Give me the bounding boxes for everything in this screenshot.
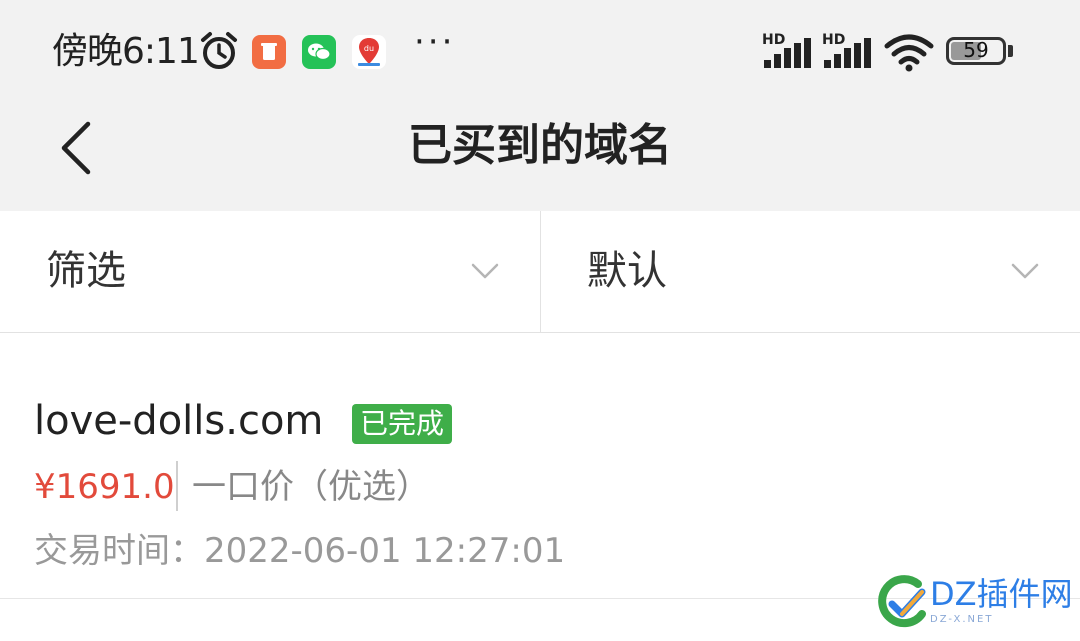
domain-name: love-dolls.com xyxy=(34,398,324,444)
filter-dropdown[interactable]: 筛选 xyxy=(0,211,540,332)
more-dots-icon: ··· xyxy=(414,22,456,62)
watermark-text: DZ插件网 xyxy=(930,575,1073,613)
signal-icon xyxy=(764,38,811,68)
alarm-icon xyxy=(201,32,237,69)
sort-label: 默认 xyxy=(587,248,667,294)
watermark: DZ插件网 DZ-X.NET xyxy=(878,572,1073,634)
battery-cap xyxy=(1008,45,1013,57)
watermark-sub: DZ-X.NET xyxy=(930,614,994,625)
watermark-logo-icon xyxy=(878,575,926,628)
wechat-icon xyxy=(302,35,336,69)
list-item[interactable]: love-dolls.com 已完成 ¥1691.0 一口价（优选） 交易时间：… xyxy=(0,333,1080,599)
trade-time: 交易时间：2022-06-01 12:27:01 xyxy=(34,529,565,573)
trade-time-label: 交易时间： xyxy=(34,531,204,571)
price-type: 一口价（优选） xyxy=(192,467,430,507)
chevron-down-icon xyxy=(471,263,499,279)
status-time: 傍晚6:11 xyxy=(52,31,200,72)
trade-time-value: 2022-06-01 12:27:01 xyxy=(204,531,566,571)
app-orange-icon xyxy=(252,35,286,69)
status-badge: 已完成 xyxy=(352,404,453,444)
svg-text:du: du xyxy=(364,44,374,53)
filter-bar: 筛选 默认 xyxy=(0,211,1080,333)
chevron-left-icon xyxy=(61,121,91,175)
back-button[interactable] xyxy=(50,116,110,176)
price: ¥1691.0 xyxy=(34,467,175,507)
nav-bar: 已买到的域名 xyxy=(0,80,1080,211)
sort-dropdown[interactable]: 默认 xyxy=(541,211,1080,332)
page-title: 已买到的域名 xyxy=(408,120,672,171)
chevron-down-icon xyxy=(1011,263,1039,279)
wifi-icon xyxy=(884,34,934,72)
status-bar: 傍晚6:11 du ··· HD HD 59 xyxy=(0,0,1080,80)
battery-level: 59 xyxy=(963,38,989,62)
maps-du-icon: du xyxy=(352,35,386,69)
filter-label: 筛选 xyxy=(46,248,126,294)
price-divider xyxy=(176,461,178,511)
signal-icon xyxy=(824,38,871,68)
